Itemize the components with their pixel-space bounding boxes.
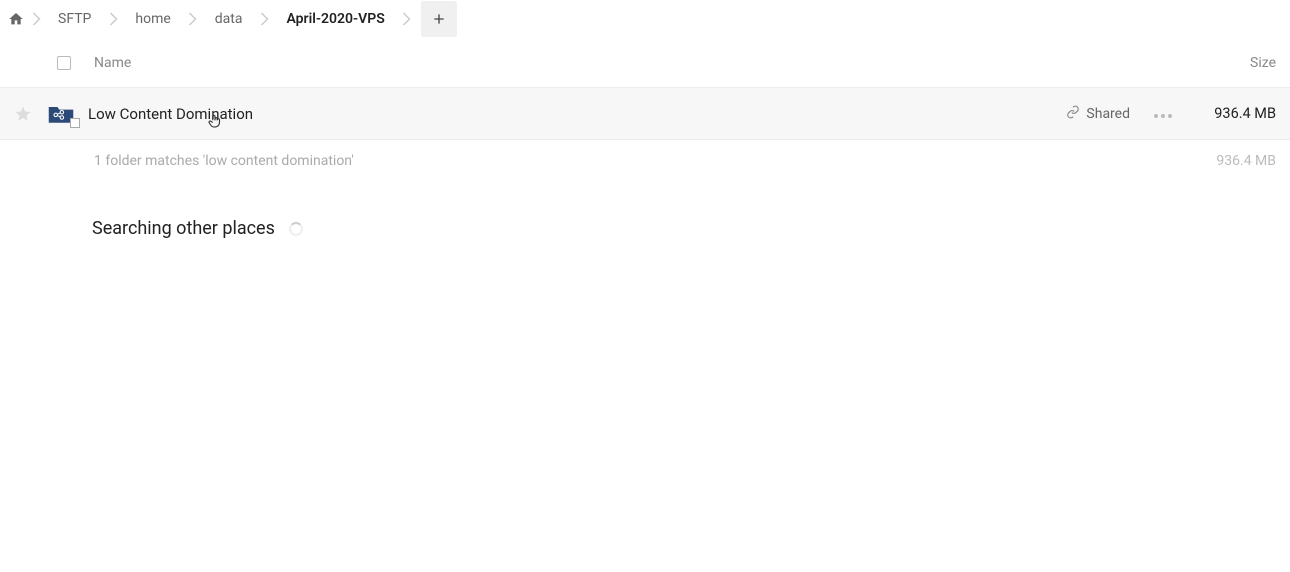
- folder-shared-icon: [44, 103, 78, 125]
- file-name-label: Low Content Domination: [88, 105, 253, 123]
- chevron-right-icon: [105, 12, 121, 26]
- spinner-icon: [289, 222, 303, 236]
- summary-size: 936.4 MB: [1186, 153, 1276, 169]
- header-size[interactable]: Size: [1176, 55, 1276, 71]
- chevron-right-icon: [28, 12, 44, 26]
- breadcrumb-item-home[interactable]: home: [121, 5, 184, 33]
- favorite-star-icon[interactable]: [14, 105, 44, 123]
- select-all-checkbox[interactable]: [57, 56, 71, 70]
- more-actions-button[interactable]: [1140, 103, 1186, 124]
- shared-button[interactable]: Shared: [1056, 105, 1140, 123]
- summary-text: 1 folder matches 'low content domination…: [14, 153, 1186, 169]
- searching-status: Searching other places: [0, 182, 1290, 239]
- searching-label: Searching other places: [92, 218, 275, 239]
- file-size: 936.4 MB: [1186, 105, 1276, 122]
- link-icon: [1066, 105, 1080, 123]
- chevron-right-icon: [257, 12, 273, 26]
- breadcrumb: SFTP home data April-2020-VPS: [0, 0, 1290, 38]
- header-name[interactable]: Name: [84, 55, 1176, 71]
- chevron-right-icon: [185, 12, 201, 26]
- breadcrumb-item-sftp[interactable]: SFTP: [44, 5, 105, 33]
- add-button[interactable]: [421, 1, 457, 37]
- breadcrumb-item-data[interactable]: data: [201, 5, 257, 33]
- shared-label: Shared: [1086, 106, 1130, 122]
- breadcrumb-item-current[interactable]: April-2020-VPS: [273, 5, 399, 33]
- file-name[interactable]: Low Content Domination: [78, 105, 1056, 123]
- table-row[interactable]: Low Content Domination Shared 936.4 MB: [0, 88, 1290, 140]
- header-checkbox-col: [44, 56, 84, 70]
- chevron-right-icon: [399, 12, 415, 26]
- table-header: Name Size: [0, 38, 1290, 88]
- summary-row: 1 folder matches 'low content domination…: [0, 140, 1290, 182]
- home-icon[interactable]: [4, 11, 28, 27]
